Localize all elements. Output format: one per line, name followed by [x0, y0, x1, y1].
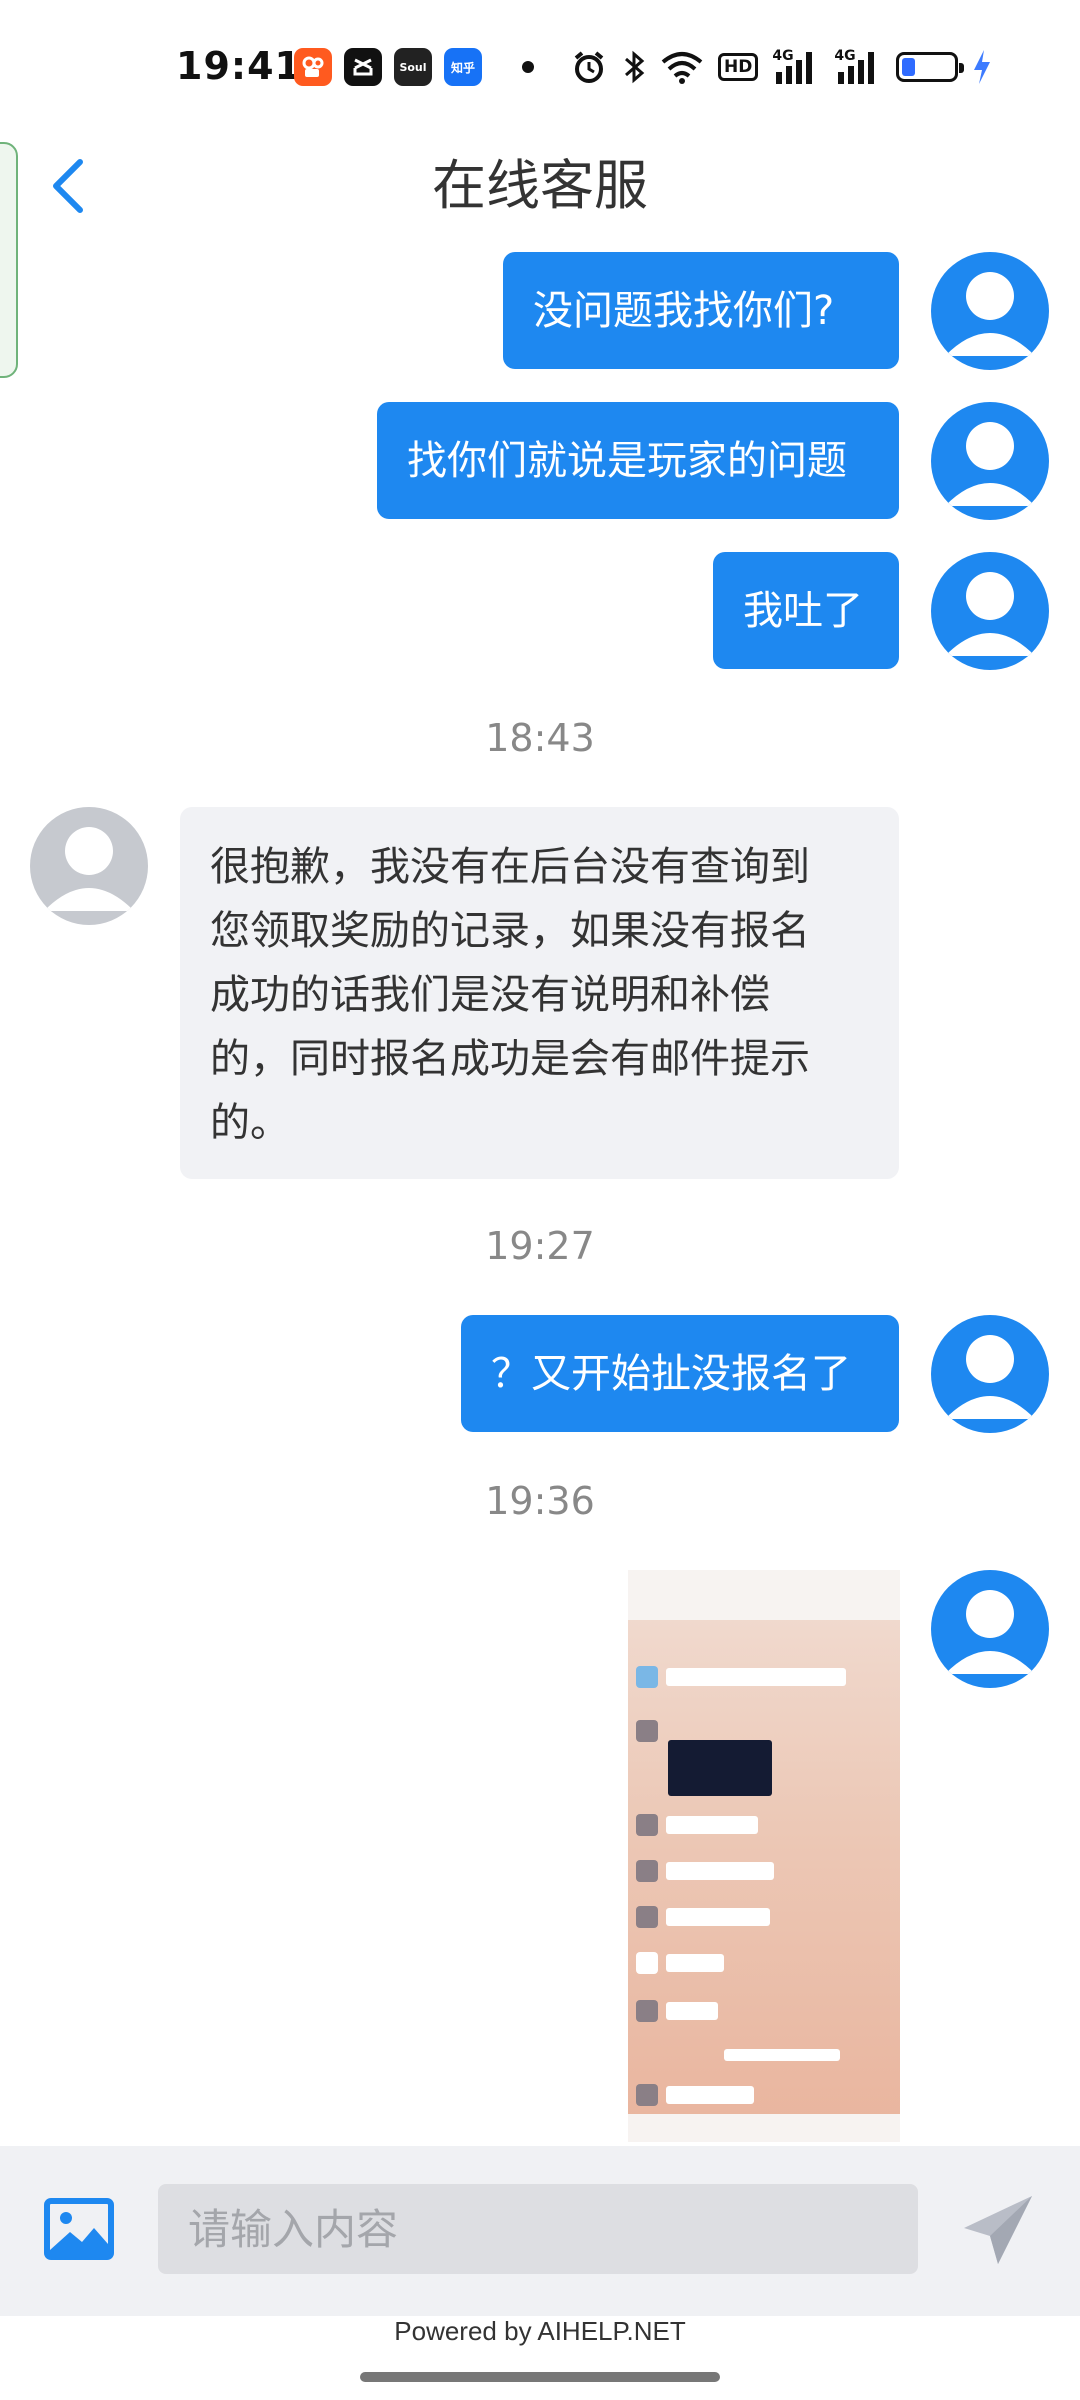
message-text-line: 您领取奖励的记录，如果没有报名 [210, 908, 810, 954]
user-message-bubble[interactable]: 我吐了 [713, 552, 899, 669]
message-timestamp: 19:36 [485, 1479, 595, 1523]
image-icon [44, 2198, 114, 2260]
notification-dot [522, 61, 534, 73]
status-bar: 19:41 Soul 知乎 HD 4G 4G [0, 0, 1080, 138]
status-indicators: HD 4G 4G [570, 44, 992, 90]
soul-icon: Soul [394, 48, 432, 86]
image-upload-button[interactable] [44, 2198, 114, 2260]
user-avatar [931, 402, 1049, 520]
zhihu-icon: 知乎 [444, 48, 482, 86]
message-text-line: 很抱歉，我没有在后台没有查询到 [210, 844, 810, 890]
agent-avatar [30, 807, 148, 925]
user-avatar [931, 552, 1049, 670]
bluetooth-icon [622, 48, 646, 86]
status-time: 19:41 [176, 44, 302, 88]
message-text-line: 成功的话我们是没有说明和补偿 [210, 972, 770, 1018]
user-message-bubble[interactable]: 找你们就说是玩家的问题 [377, 402, 899, 519]
signal-icon: 4G [772, 48, 820, 86]
message-text: 没问题我找你们? [533, 287, 835, 334]
capcut-icon [344, 48, 382, 86]
user-message-bubble[interactable]: 没问题我找你们? [503, 252, 899, 369]
image-message[interactable] [628, 1570, 900, 2142]
battery-icon [896, 52, 965, 82]
user-avatar [931, 1570, 1049, 1688]
hd-voice-badge: HD [718, 53, 759, 81]
user-message-bubble[interactable]: ？又开始扯没报名了 [461, 1315, 899, 1432]
input-bar [0, 2146, 1080, 2316]
message-text: 找你们就说是玩家的问题 [407, 437, 847, 484]
message-text-line: 的，同时报名成功是会有邮件提示 [210, 1036, 810, 1082]
home-indicator[interactable] [360, 2372, 720, 2382]
message-text-line: 的。 [210, 1100, 290, 1146]
header-bar: 在线客服 [0, 138, 1080, 234]
wifi-icon [660, 48, 704, 86]
powered-by-footer: Powered by AIHELP.NET [394, 2316, 686, 2346]
page-title: 在线客服 [432, 154, 648, 217]
send-button[interactable] [960, 2192, 1036, 2268]
battery-level [902, 58, 916, 76]
message-timestamp: 19:27 [485, 1224, 595, 1268]
message-text: ？又开始扯没报名了 [491, 1350, 851, 1397]
send-icon [964, 2196, 1032, 2264]
user-avatar [931, 252, 1049, 370]
message-input[interactable] [158, 2184, 918, 2274]
alarm-icon [570, 48, 608, 86]
message-text: 我吐了 [743, 587, 863, 634]
agent-message-bubble[interactable]: 很抱歉，我没有在后台没有查询到 您领取奖励的记录，如果没有报名 成功的话我们是没… [180, 807, 899, 1179]
notification-app-icons: Soul 知乎 [294, 48, 482, 86]
kuaishou-icon [294, 48, 332, 86]
message-timestamp: 18:43 [485, 716, 595, 760]
chat-screen: 19:41 Soul 知乎 HD 4G 4G 在线客服 没问题我找你们? 找你们… [0, 0, 1080, 2400]
user-avatar [931, 1315, 1049, 1433]
charging-icon [972, 48, 992, 86]
signal-icon-2: 4G [834, 48, 882, 86]
